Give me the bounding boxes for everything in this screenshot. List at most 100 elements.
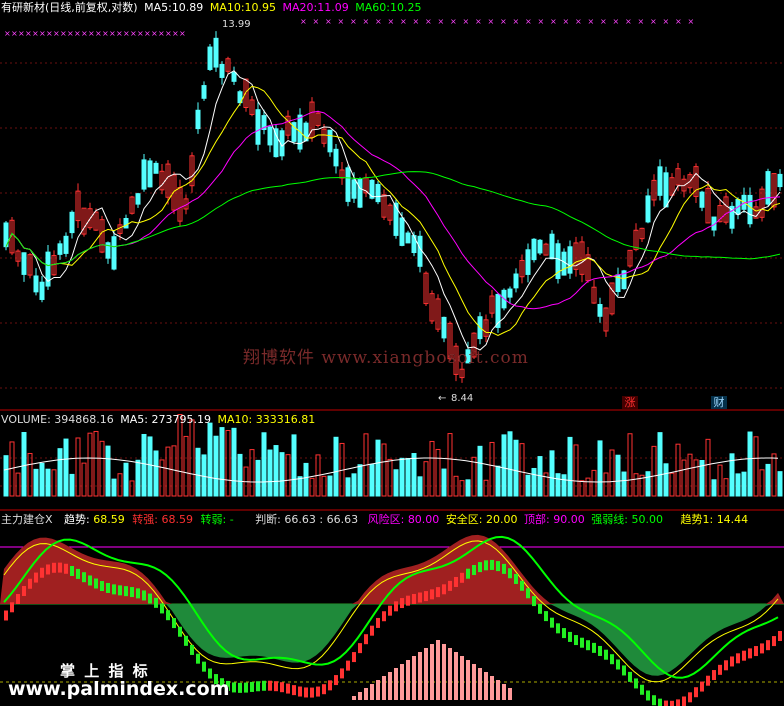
top-mark: ×: [137, 29, 144, 38]
indicator-step: [418, 592, 422, 603]
volume-bar: [771, 453, 777, 497]
candle-body: [57, 243, 63, 255]
candle-body: [645, 195, 651, 223]
indicator-step: [472, 565, 476, 576]
indicator-step: [160, 603, 164, 614]
badge-cai[interactable]: 财: [711, 396, 727, 409]
candle-body: [141, 159, 147, 190]
pink-bar: [418, 652, 422, 700]
indicator-step: [178, 626, 182, 637]
indicator-step: [706, 675, 710, 686]
volume-bar: [69, 473, 75, 497]
indicator-step: [610, 654, 614, 665]
indicator-step: [406, 595, 410, 606]
top-mark: ×: [53, 29, 60, 38]
turn-strong-value: 68.59: [161, 513, 193, 526]
indicator-step: [460, 572, 464, 583]
top-mark: ×: [11, 29, 18, 38]
top-mark: ×: [663, 17, 670, 26]
strong-weak-label: 强弱线:: [591, 513, 628, 526]
volume-bar: [627, 433, 633, 497]
indicator-step: [586, 640, 590, 651]
indicator-step: [34, 572, 38, 583]
pink-bar: [370, 684, 374, 700]
top-mark: ×: [338, 17, 345, 26]
indicator-step: [484, 560, 488, 571]
top-mark: ×: [375, 17, 382, 26]
candle-body: [21, 252, 27, 275]
ma60-label: MA60:: [355, 1, 390, 14]
top-mark: ×: [165, 29, 172, 38]
top-mark: ×: [363, 17, 370, 26]
volume-bar: [21, 432, 27, 497]
indicator-step: [772, 636, 776, 647]
volume-bar: [63, 438, 69, 497]
volume-bar: [669, 472, 675, 497]
volume-bar: [405, 457, 411, 497]
volume-bar: [57, 448, 63, 497]
candle-body: [213, 37, 219, 68]
top-mark: ×: [413, 17, 420, 26]
indicator-step: [634, 678, 638, 689]
top-mark: ×: [550, 17, 557, 26]
safe-value: 20.00: [486, 513, 518, 526]
moving-average-lines: [5, 70, 781, 351]
top-mark: ×: [74, 29, 81, 38]
candle-body: [765, 171, 771, 205]
indicator-step: [106, 582, 110, 593]
pink-bar: [406, 660, 410, 700]
volume-bar: [45, 468, 51, 497]
indicator-step: [112, 584, 116, 595]
candle-body: [549, 233, 555, 260]
volume-bar: [345, 477, 351, 497]
top-mark: ×: [116, 29, 123, 38]
volume-bar: [555, 473, 561, 497]
volume-bar: [585, 477, 591, 497]
indicator-step: [58, 562, 62, 573]
indicator-step: [370, 625, 374, 636]
candle-body: [351, 179, 357, 199]
indicator-step: [754, 646, 758, 657]
indicator-step: [16, 593, 20, 604]
indicator-step: [676, 699, 680, 706]
ma20-value: 11.09: [317, 1, 349, 14]
candle-body: [567, 246, 573, 274]
candle-body: [507, 288, 513, 298]
ma5-line: [5, 70, 781, 351]
indicator-step: [430, 589, 434, 600]
volume-bars: [3, 414, 783, 497]
indicator-step: [196, 653, 200, 664]
volume-bar: [255, 459, 261, 497]
candle-body: [39, 281, 45, 300]
indicator-step: [22, 586, 26, 597]
volume-panel-header: VOLUME: 394868.16 MA5: 273795.19 MA10: 3…: [1, 413, 315, 426]
candle-body: [531, 238, 537, 261]
volume-bar: [357, 464, 363, 497]
indicator-step: [700, 681, 704, 692]
candle-body: [273, 128, 279, 158]
volume-bar: [471, 456, 477, 497]
volume-bar: [513, 439, 519, 497]
top-mark: ×: [39, 29, 46, 38]
candle-body: [405, 232, 411, 244]
indicator-step: [142, 590, 146, 601]
candle-body: [747, 194, 753, 225]
volume-bar: [267, 449, 273, 497]
pink-bar: [376, 680, 380, 700]
candle-body: [597, 304, 603, 317]
volume-bar: [765, 463, 771, 497]
volume-bar: [687, 453, 693, 497]
indicator-step: [778, 631, 782, 642]
red-area: [0, 534, 784, 604]
candle-body: [345, 167, 351, 202]
indicator-step: [682, 696, 686, 706]
volume-bar: [249, 449, 255, 497]
top-mark: ×: [613, 17, 620, 26]
top-mark: ×: [588, 17, 595, 26]
volume-bar: [51, 469, 57, 497]
pink-bar: [358, 692, 362, 700]
volume-bar: [615, 454, 621, 497]
badge-zhang[interactable]: 涨: [622, 396, 638, 409]
indicator-step: [340, 668, 344, 679]
pink-bar: [436, 640, 440, 700]
